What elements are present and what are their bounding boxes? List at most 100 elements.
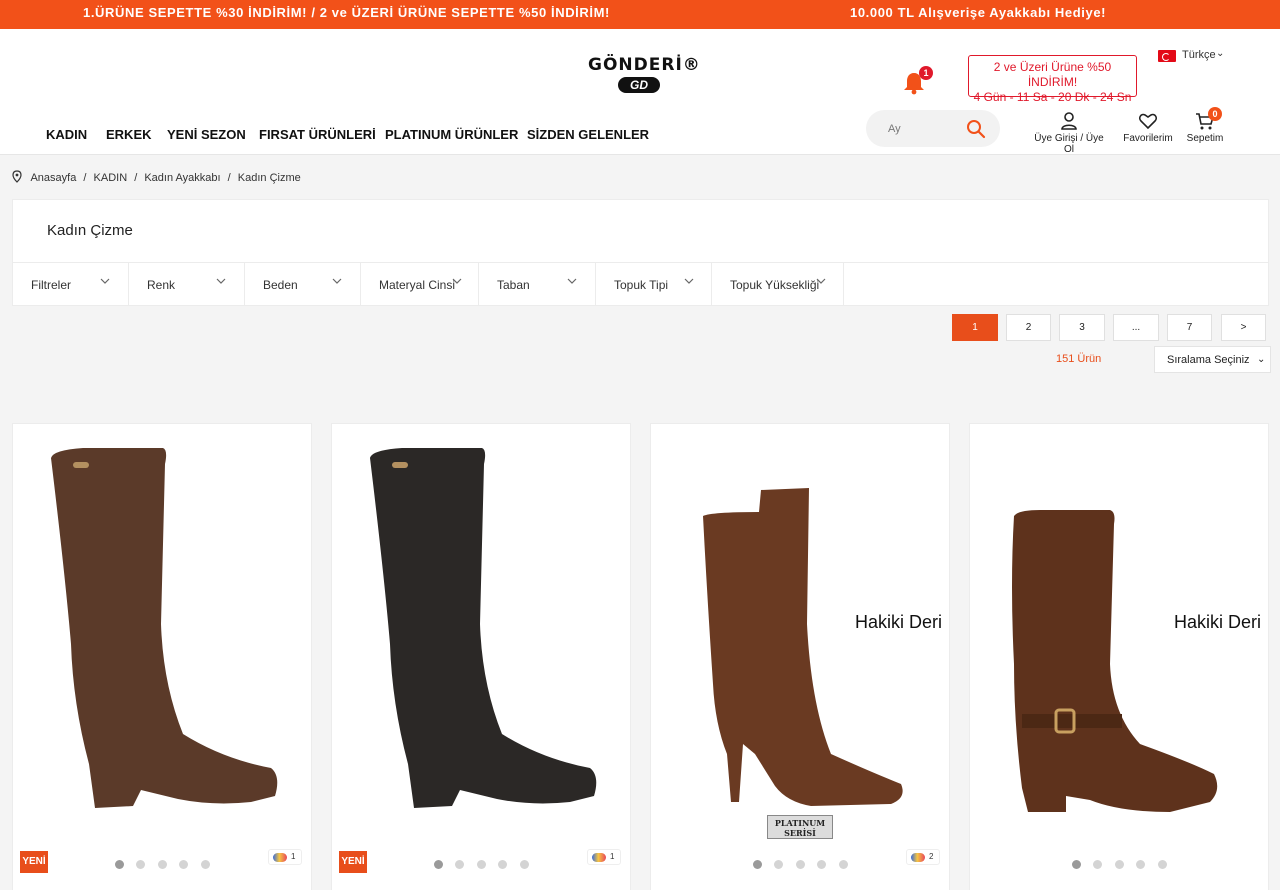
announcement-left: 1.ÜRÜNE SEPETTE %30 İNDİRİM! / 2 ve ÜZER…	[83, 5, 610, 20]
filter-topuk-yuksekligi[interactable]: Topuk Yüksekliği	[712, 263, 844, 306]
nav-item-yeni-sezon[interactable]: YENİ SEZON	[167, 127, 246, 142]
chevron-down-icon	[684, 278, 694, 284]
nav-item-platinum-urunler[interactable]: PLATINUM ÜRÜNLER	[385, 127, 518, 142]
page-1-button[interactable]: 1	[952, 314, 998, 341]
palette-icon	[592, 853, 606, 862]
breadcrumb-kadin-ayakkabi[interactable]: Kadın Ayakkabı	[144, 172, 220, 184]
filter-topuk-tipi[interactable]: Topuk Tipi	[596, 263, 712, 306]
carousel-dot[interactable]	[136, 860, 145, 869]
product-card[interactable]: YENİ 1	[12, 423, 312, 890]
breadcrumb-sep: /	[83, 172, 87, 184]
palette-icon	[911, 853, 925, 862]
site-header: GÖNDERİ® GD 1 2 ve Üzeri Ürüne %50 İNDİR…	[0, 29, 1280, 155]
filter-label: Renk	[147, 278, 176, 292]
product-image[interactable]	[970, 424, 1270, 844]
brand-logo[interactable]: GÖNDERİ® GD	[588, 55, 700, 97]
carousel-dot[interactable]	[839, 860, 848, 869]
carousel-dot[interactable]	[1115, 860, 1124, 869]
search-input[interactable]: Ay	[888, 123, 901, 135]
carousel-dot[interactable]	[158, 860, 167, 869]
color-count: 1	[610, 852, 615, 861]
color-options[interactable]: 2	[906, 849, 940, 865]
favorites-label: Favorilerim	[1123, 133, 1173, 144]
platinum-series-badge: PLATINUM SERİSİ	[767, 815, 833, 839]
filter-bar: Filtreler Renk Beden Materyal Cinsi Taba…	[13, 262, 1268, 306]
product-image[interactable]	[651, 424, 951, 844]
carousel-dot[interactable]	[1093, 860, 1102, 869]
carousel-dot[interactable]	[753, 860, 762, 869]
carousel-dot[interactable]	[1158, 860, 1167, 869]
breadcrumb: Anasayfa / KADIN / Kadın Ayakkabı / Kadı…	[12, 170, 305, 184]
carousel-dot[interactable]	[115, 860, 124, 869]
carousel-dot[interactable]	[179, 860, 188, 869]
carousel-dot[interactable]	[434, 860, 443, 869]
chevron-down-icon	[332, 278, 342, 284]
chevron-down-icon: ⌄	[1216, 48, 1225, 59]
notification-bell[interactable]: 1	[903, 66, 933, 97]
notification-count-badge: 1	[919, 66, 933, 80]
favorites-link[interactable]: Favorilerim	[1120, 111, 1176, 144]
page-3-button[interactable]: 3	[1059, 314, 1105, 341]
genuine-leather-label: Hakiki Deri	[854, 612, 942, 632]
breadcrumb-sep: /	[134, 172, 138, 184]
filter-beden[interactable]: Beden	[245, 263, 361, 306]
search-box[interactable]: Ay	[866, 110, 1000, 147]
filter-label: Beden	[263, 278, 298, 292]
nav-item-sizden-gelenler[interactable]: SİZDEN GELENLER	[527, 127, 649, 142]
product-image[interactable]	[13, 424, 313, 844]
boot-shape	[51, 448, 278, 808]
palette-icon	[273, 853, 287, 862]
breadcrumb-sep: /	[227, 172, 231, 184]
new-badge: YENİ	[339, 851, 367, 873]
product-image[interactable]	[332, 424, 632, 844]
carousel-dot[interactable]	[796, 860, 805, 869]
color-count: 2	[929, 852, 934, 861]
color-options[interactable]: 1	[587, 849, 621, 865]
sort-label: Sıralama Seçiniz	[1167, 354, 1250, 366]
carousel-dot[interactable]	[774, 860, 783, 869]
nav-item-erkek[interactable]: ERKEK	[106, 127, 152, 142]
filter-renk[interactable]: Renk	[129, 263, 245, 306]
product-card[interactable]: Hakiki Deri PLATINUM SERİSİ 2	[650, 423, 950, 890]
promo-line-1: 2 ve Üzeri Ürüne %50 İNDİRİM!	[993, 60, 1112, 89]
filter-label: Materyal Cinsi	[379, 278, 456, 292]
chevron-down-icon	[216, 278, 226, 284]
filter-materyal-cinsi[interactable]: Materyal Cinsi	[361, 263, 479, 306]
carousel-dot[interactable]	[1136, 860, 1145, 869]
carousel-dot[interactable]	[817, 860, 826, 869]
next-page-button[interactable]: >	[1221, 314, 1266, 341]
language-selector[interactable]: Türkçe ⌄	[1158, 48, 1228, 64]
login-link[interactable]: Üye Girişi / Üye Ol	[1028, 111, 1110, 155]
chevron-down-icon: ⌄	[1257, 354, 1266, 365]
language-label: Türkçe	[1182, 49, 1216, 61]
color-options[interactable]: 1	[268, 849, 302, 865]
nav-item-firsat-urunleri[interactable]: FIRSAT ÜRÜNLERİ	[259, 127, 376, 142]
nav-item-kadin[interactable]: KADIN	[46, 127, 87, 142]
carousel-dot[interactable]	[455, 860, 464, 869]
promo-countdown-box[interactable]: 2 ve Üzeri Ürüne %50 İNDİRİM! 4 Gün - 11…	[968, 55, 1137, 104]
product-count: 151 Ürün	[1056, 353, 1102, 365]
carousel-dot[interactable]	[498, 860, 507, 869]
brand-wordmark: GÖNDERİ®	[588, 55, 701, 75]
search-icon[interactable]	[966, 119, 986, 139]
carousel-dot[interactable]	[477, 860, 486, 869]
filter-taban[interactable]: Taban	[479, 263, 596, 306]
page-2-button[interactable]: 2	[1006, 314, 1051, 341]
breadcrumb-kadin[interactable]: KADIN	[94, 172, 128, 184]
carousel-dot[interactable]	[1072, 860, 1081, 869]
breadcrumb-home[interactable]: Anasayfa	[30, 172, 76, 184]
carousel-dot[interactable]	[520, 860, 529, 869]
filter-filtreler[interactable]: Filtreler	[13, 263, 129, 306]
announcement-right: 10.000 TL Alışverişe Ayakkabı Hediye!	[850, 5, 1107, 20]
login-label: Üye Girişi / Üye Ol	[1034, 133, 1104, 155]
filter-label: Topuk Yüksekliği	[730, 278, 820, 292]
color-count: 1	[291, 852, 296, 861]
brand-monogram: GD	[618, 77, 660, 93]
page-ellipsis: ...	[1113, 314, 1159, 341]
filter-label: Filtreler	[31, 278, 72, 292]
page-7-button[interactable]: 7	[1167, 314, 1212, 341]
product-card[interactable]: YENİ 1	[331, 423, 631, 890]
product-card[interactable]: Hakiki Deri	[969, 423, 1269, 890]
carousel-dot[interactable]	[201, 860, 210, 869]
sort-select[interactable]: Sıralama Seçiniz ⌄	[1154, 346, 1271, 373]
